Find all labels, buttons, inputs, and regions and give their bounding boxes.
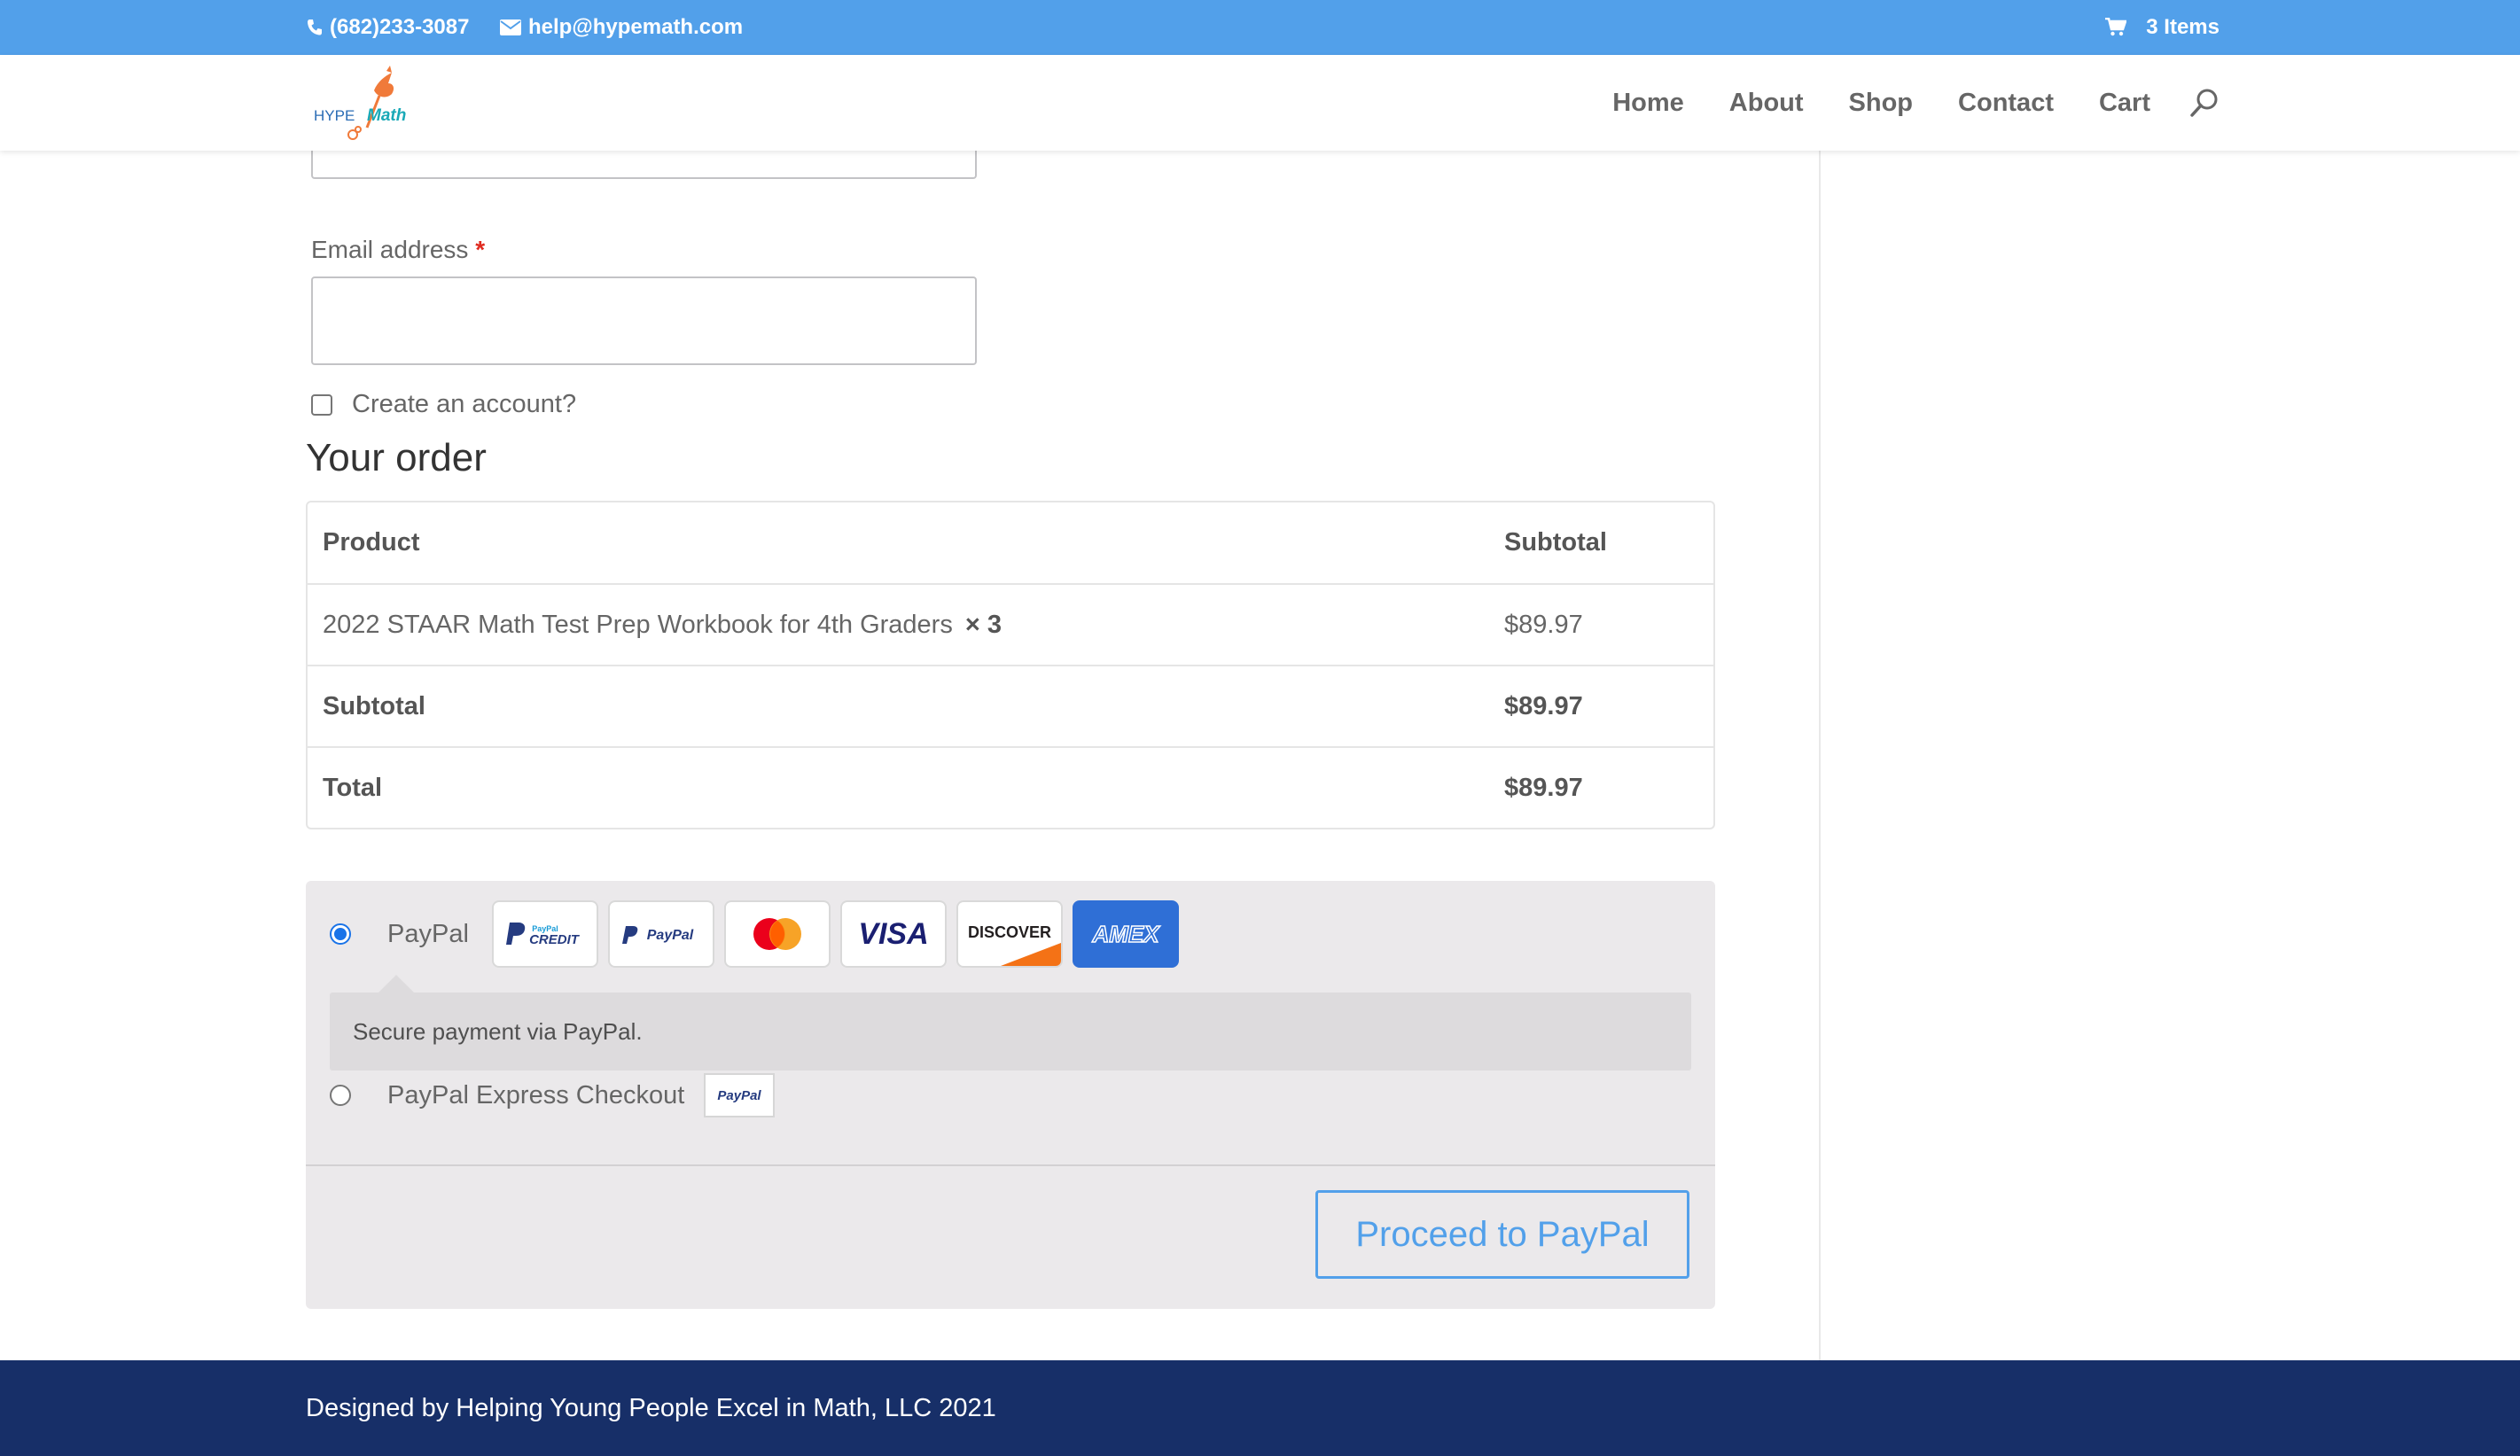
cart-link[interactable]: 3 Items	[2105, 0, 2220, 55]
amex-text: AMEX	[1091, 921, 1160, 947]
nav-contact[interactable]: Contact	[1958, 89, 2054, 118]
discover-text: DISCOVER	[968, 923, 1051, 941]
mastercard-icon	[723, 900, 831, 968]
header-product: Product	[323, 528, 420, 557]
subtotal-row: Subtotal $89.97	[308, 665, 1713, 746]
table-header-row: Product Subtotal	[308, 502, 1713, 583]
item-subtotal: $89.97	[1504, 610, 1583, 639]
envelope-icon	[500, 19, 521, 35]
paypal-credit-icon: PayPal CREDIT	[491, 900, 598, 968]
shopping-cart-icon	[2105, 18, 2127, 37]
subtotal-label: Subtotal	[323, 691, 425, 720]
create-account-row[interactable]: Create an account?	[311, 390, 576, 419]
paypal-method-label[interactable]: PayPal	[387, 920, 469, 949]
site-footer: Designed by Helping Young People Excel i…	[0, 1360, 2520, 1456]
phone-link[interactable]: (682)233-3087	[307, 0, 469, 55]
nav-home[interactable]: Home	[1612, 89, 1684, 118]
proceed-to-paypal-button[interactable]: Proceed to PayPal	[1315, 1190, 1689, 1279]
paypal-express-radio[interactable]	[330, 1085, 351, 1106]
discover-icon: DISCOVER	[956, 900, 1063, 968]
nav-shop[interactable]: Shop	[1849, 89, 1914, 118]
email-address: help@hypemath.com	[528, 15, 744, 39]
paypal-express-label[interactable]: PayPal Express Checkout	[387, 1081, 684, 1110]
paypal-mini-text: PayPal	[718, 1088, 762, 1103]
nav-about[interactable]: About	[1729, 89, 1804, 118]
paypal-card-text: PayPal	[647, 928, 694, 943]
paypal-icon: PayPal	[607, 900, 714, 968]
paypal-mini-logo-icon: PayPal	[704, 1073, 776, 1117]
search-icon[interactable]	[2189, 88, 2220, 118]
create-account-checkbox[interactable]	[311, 393, 332, 416]
item-name: 2022 STAAR Math Test Prep Workbook for 4…	[323, 610, 953, 639]
required-marker: *	[475, 236, 486, 263]
order-title: Your order	[306, 436, 487, 479]
order-item: 2022 STAAR Math Test Prep Workbook for 4…	[323, 611, 1002, 640]
logo-math-text: Math	[367, 106, 406, 125]
cart-count: 3 Items	[2146, 15, 2220, 39]
total-value: $89.97	[1504, 773, 1583, 802]
amex-icon: AMEX	[1072, 900, 1179, 968]
visa-text: VISA	[858, 917, 928, 951]
table-row: 2022 STAAR Math Test Prep Workbook for 4…	[308, 583, 1713, 665]
site-header: HYPE Math Home About Shop Contact Cart	[0, 55, 2520, 151]
card-icons: PayPal CREDIT PayPal VISA DISCOVER AMEX	[491, 900, 1179, 968]
footer-credit: Designed by Helping Young People Excel i…	[306, 1393, 996, 1422]
create-account-label: Create an account?	[352, 390, 577, 418]
payment-section: PayPal PayPal CREDIT PayPal VISA DISCOVE…	[306, 881, 1715, 1309]
checkout-content: Email address * Create an account? Your …	[0, 97, 2520, 1360]
paypal-credit-text: CREDIT	[529, 932, 581, 947]
payment-description-text: Secure payment via PayPal.	[353, 1017, 643, 1045]
subtotal-value: $89.97	[1504, 691, 1583, 720]
email-link[interactable]: help@hypemath.com	[500, 0, 743, 55]
header-subtotal: Subtotal	[1504, 528, 1607, 557]
payment-method-paypal-express[interactable]: PayPal Express Checkout PayPal	[330, 1071, 776, 1120]
paypal-radio[interactable]	[330, 923, 351, 945]
site-logo[interactable]: HYPE Math	[312, 64, 418, 142]
main-nav: Home About Shop Contact Cart	[1567, 55, 2220, 151]
email-label: Email address *	[311, 236, 485, 264]
nav-cart[interactable]: Cart	[2099, 89, 2150, 118]
top-bar: (682)233-3087 help@hypemath.com 3 Items	[0, 0, 2520, 55]
payment-divider	[306, 1164, 1715, 1166]
phone-number: (682)233-3087	[330, 15, 470, 39]
payment-method-paypal[interactable]: PayPal PayPal CREDIT PayPal VISA DISCOVE…	[330, 900, 1179, 968]
total-row: Total $89.97	[308, 746, 1713, 828]
total-label: Total	[323, 773, 383, 802]
phone-icon	[307, 19, 323, 36]
visa-icon: VISA	[839, 900, 947, 968]
email-field[interactable]	[311, 276, 977, 365]
sidebar-divider	[1819, 151, 1821, 1360]
order-table: Product Subtotal 2022 STAAR Math Test Pr…	[306, 501, 1715, 829]
logo-hype-text: HYPE	[314, 107, 355, 124]
payment-description: Secure payment via PayPal.	[330, 975, 1691, 1071]
email-label-text: Email address	[311, 236, 469, 263]
item-quantity: × 3	[964, 610, 1002, 639]
